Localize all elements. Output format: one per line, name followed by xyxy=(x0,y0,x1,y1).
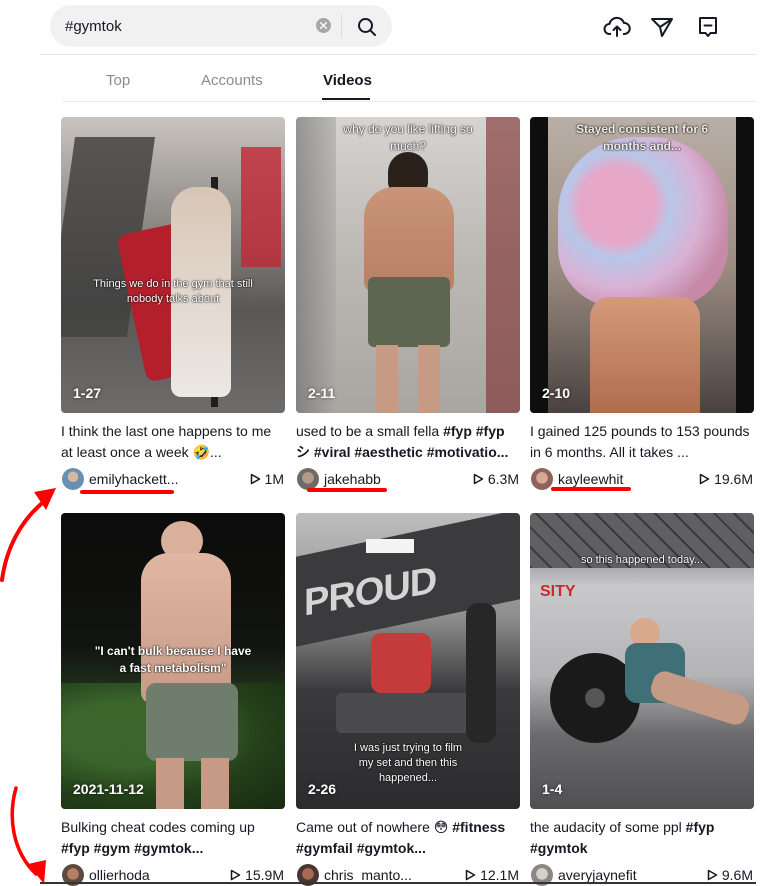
view-count-value: 15.9M xyxy=(245,867,284,883)
view-count-value: 12.1M xyxy=(480,867,519,883)
inbox-message-icon xyxy=(699,17,717,37)
avatar[interactable] xyxy=(531,468,553,490)
search-separator xyxy=(341,14,342,38)
author-name[interactable]: chris_manto... xyxy=(324,867,412,883)
view-count-value: 1M xyxy=(264,471,284,487)
caption-text: I think the last one happens to me at le… xyxy=(61,423,272,460)
view-count: 15.9M xyxy=(230,867,284,883)
video-date: 1-27 xyxy=(73,385,102,401)
annotation-arrow-up-icon xyxy=(0,488,56,582)
video-overlay-text: Stayed consistent for 6 months and... xyxy=(575,122,709,153)
play-icon xyxy=(699,473,710,485)
annotation-underline xyxy=(307,488,387,492)
video-overlay-text: "I can't bulk because I have a fast meta… xyxy=(94,644,252,675)
video-date: 2-26 xyxy=(308,781,337,797)
author-name[interactable]: ollierhoda xyxy=(89,867,150,883)
tabs-divider xyxy=(62,101,756,102)
video-thumbnail[interactable]: Things we do in the gym that still nobod… xyxy=(61,117,285,413)
view-count: 6.3M xyxy=(473,471,519,487)
magnifier-icon xyxy=(358,18,376,36)
view-count: 12.1M xyxy=(465,867,519,883)
caption-hashtags[interactable]: #fyp #gym #gymtok... xyxy=(61,840,203,856)
video-date: 1-4 xyxy=(542,781,563,797)
caption-text: I gained 125 pounds to 153 pounds in 6 m… xyxy=(530,423,750,460)
messages-button[interactable] xyxy=(647,12,677,42)
tab-videos[interactable]: Videos xyxy=(323,72,372,89)
clear-search-button[interactable] xyxy=(316,18,331,33)
header-divider xyxy=(40,54,756,55)
view-count: 1M xyxy=(250,471,284,487)
caption-text: Bulking cheat codes coming up xyxy=(61,819,255,835)
video-date: 2-11 xyxy=(308,385,336,401)
view-count-value: 19.6M xyxy=(714,471,753,487)
search-bar xyxy=(50,5,392,47)
caption-text: Came out of nowhere 😳 xyxy=(296,819,453,835)
view-count-value: 6.3M xyxy=(487,471,519,487)
view-count-value: 9.6M xyxy=(721,867,753,883)
play-icon xyxy=(707,869,718,881)
send-paper-plane-icon xyxy=(651,18,673,37)
active-tab-indicator xyxy=(322,98,370,100)
video-date: 2021-11-12 xyxy=(73,781,144,797)
video-caption[interactable]: I think the last one happens to me at le… xyxy=(61,421,285,463)
author-name[interactable]: kayleewhit xyxy=(558,471,623,487)
search-button[interactable] xyxy=(354,14,380,40)
upload-cloud-icon xyxy=(603,16,631,37)
play-icon xyxy=(465,869,476,881)
video-caption[interactable]: Came out of nowhere 😳 #fitness #gymfail … xyxy=(296,817,520,859)
video-overlay-text: Things we do in the gym that still nobod… xyxy=(93,278,253,305)
tab-accounts[interactable]: Accounts xyxy=(201,72,263,89)
inbox-button[interactable] xyxy=(693,12,723,42)
video-date: 2-10 xyxy=(542,385,571,401)
play-icon xyxy=(250,473,260,485)
bottom-divider xyxy=(40,882,756,884)
search-tabs: Top Accounts Videos xyxy=(62,62,756,102)
annotation-underline xyxy=(80,490,174,494)
video-thumbnail[interactable]: "I can't bulk because I have a fast meta… xyxy=(61,513,285,809)
video-thumbnail[interactable]: SITY so this happened today... 1-4 xyxy=(530,513,754,809)
clear-x-circle-icon xyxy=(320,22,327,29)
play-icon xyxy=(230,869,241,881)
author-name[interactable]: jakehabb xyxy=(324,471,381,487)
video-overlay-text: why do you like lifting so much? xyxy=(343,122,473,153)
search-input[interactable] xyxy=(50,5,290,47)
tab-top[interactable]: Top xyxy=(106,72,130,89)
play-icon xyxy=(473,473,484,485)
video-thumbnail[interactable]: why do you like lifting so much? 2-11 xyxy=(296,117,520,413)
author-name[interactable]: emilyhackett... xyxy=(89,471,178,487)
video-caption[interactable]: the audacity of some ppl #fyp #gymtok xyxy=(530,817,754,859)
annotation-arrow-down-icon xyxy=(10,786,46,884)
top-header xyxy=(0,0,764,54)
video-meta: emilyhackett... 1M xyxy=(61,467,285,491)
video-overlay-text: I was just trying to film my set and the… xyxy=(353,742,463,784)
avatar[interactable] xyxy=(62,468,84,490)
video-caption[interactable]: I gained 125 pounds to 153 pounds in 6 m… xyxy=(530,421,754,463)
annotation-underline xyxy=(551,487,631,491)
video-caption[interactable]: Bulking cheat codes coming up #fyp #gym … xyxy=(61,817,285,859)
video-thumbnail[interactable]: PROUD I was just trying to film my set a… xyxy=(296,513,520,809)
caption-text: the audacity of some ppl xyxy=(530,819,686,835)
upload-button[interactable] xyxy=(602,12,632,42)
view-count: 19.6M xyxy=(699,471,753,487)
view-count: 9.6M xyxy=(707,867,753,883)
caption-text: used to be a small fella xyxy=(296,423,444,439)
video-overlay-text: so this happened today... xyxy=(580,554,704,566)
video-caption[interactable]: used to be a small fella #fyp #fyp シ #vi… xyxy=(296,421,520,463)
video-thumbnail[interactable]: Stayed consistent for 6 months and... 2-… xyxy=(530,117,754,413)
avatar[interactable] xyxy=(297,468,319,490)
author-name[interactable]: averyjaynefit xyxy=(558,867,637,883)
